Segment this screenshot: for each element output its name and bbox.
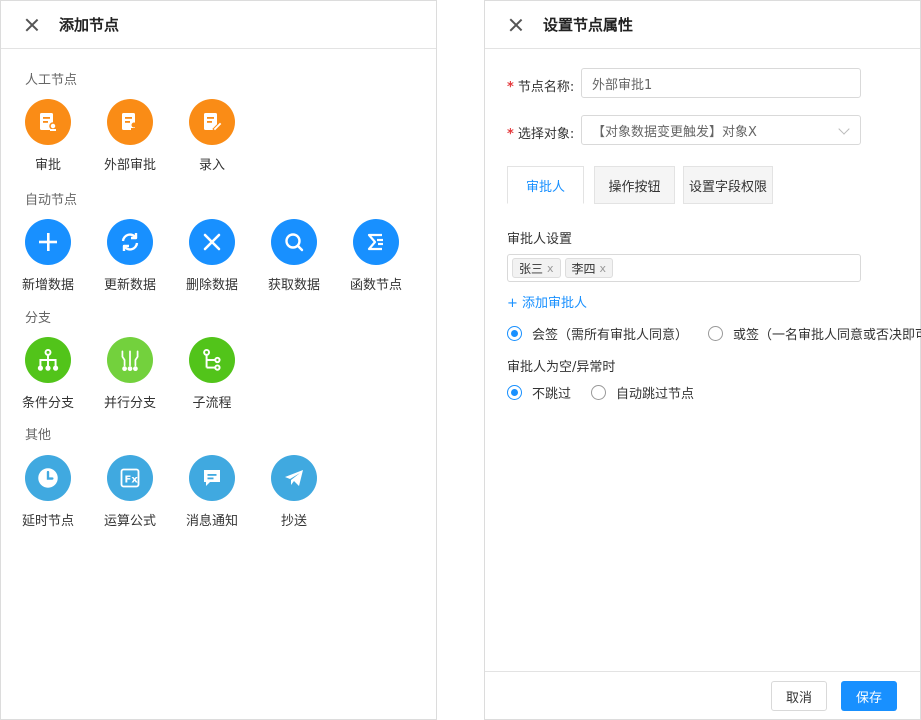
object-select[interactable]: 【对象数据变更触发】对象X xyxy=(581,115,861,145)
radio-checked-icon xyxy=(507,385,522,400)
node-cc[interactable]: 抄送 xyxy=(259,455,329,529)
empty-approver-label: 审批人为空/异常时 xyxy=(507,360,616,375)
cancel-button[interactable]: 取消 xyxy=(771,681,827,711)
node-label: 审批 xyxy=(34,158,61,173)
section-auto-label: 自动节点 xyxy=(25,193,78,208)
node-name-input[interactable]: 外部审批1 xyxy=(581,68,861,98)
node-input[interactable]: 录入 xyxy=(177,99,247,173)
plus-icon xyxy=(25,219,71,265)
node-label: 条件分支 xyxy=(21,396,74,411)
section-manual-label: 人工节点 xyxy=(25,73,78,88)
node-subprocess[interactable]: 子流程 xyxy=(177,337,247,411)
node-label: 运算公式 xyxy=(103,514,156,529)
add-node-header: 添加节点 xyxy=(1,1,436,49)
parallel-icon xyxy=(107,337,153,383)
node-label: 更新数据 xyxy=(103,278,156,293)
radio-no-skip[interactable]: 不跳过 xyxy=(507,383,571,402)
node-get-data[interactable]: 获取数据 xyxy=(259,219,329,293)
approval-icon xyxy=(25,99,71,145)
clock-icon xyxy=(25,455,71,501)
node-label: 函数节点 xyxy=(349,278,402,293)
message-icon xyxy=(189,455,235,501)
node-parallel-branch[interactable]: 并行分支 xyxy=(95,337,165,411)
radio-countersign[interactable]: 会签（需所有审批人同意） xyxy=(507,324,688,343)
required-marker: * xyxy=(507,127,514,142)
node-external-approval[interactable]: 外部审批 xyxy=(95,99,165,173)
properties-header: 设置节点属性 xyxy=(485,1,920,49)
radio-unchecked-icon xyxy=(708,326,724,341)
section-other-label: 其他 xyxy=(25,428,52,443)
approver-setting-label: 审批人设置 xyxy=(507,232,573,247)
node-formula[interactable]: Fx 运算公式 xyxy=(95,455,165,529)
panel-footer: 取消 保存 xyxy=(485,671,920,719)
tag-remove-icon[interactable]: x xyxy=(600,262,607,275)
node-label: 外部审批 xyxy=(103,158,156,173)
external-approval-icon xyxy=(107,99,153,145)
node-function[interactable]: 函数节点 xyxy=(341,219,411,293)
node-label: 获取数据 xyxy=(267,278,320,293)
node-label: 录入 xyxy=(198,158,225,173)
node-label: 抄送 xyxy=(280,514,307,529)
node-properties-panel: 设置节点属性 * 节点名称: 外部审批1 * 选择对象: 【对象数据变更触发】对象X… xyxy=(484,0,921,720)
section-branch-label: 分支 xyxy=(25,311,52,326)
close-icon[interactable] xyxy=(507,16,525,34)
radio-or-sign[interactable]: 或签（一名审批人同意或否决即可） xyxy=(708,324,921,343)
object-select-value: 【对象数据变更触发】对象X xyxy=(592,124,757,140)
node-update-data[interactable]: 更新数据 xyxy=(95,219,165,293)
close-icon[interactable] xyxy=(23,16,41,34)
tab-action-buttons[interactable]: 操作按钮 xyxy=(594,166,675,204)
branch-tree-icon xyxy=(25,337,71,383)
add-node-panel: 添加节点 人工节点 审批 外部审批 录入 自动节点 新增数据 更新数据 删除数据… xyxy=(0,0,437,720)
node-add-data[interactable]: 新增数据 xyxy=(13,219,83,293)
radio-unchecked-icon xyxy=(591,385,607,400)
node-message[interactable]: 消息通知 xyxy=(177,455,247,529)
object-label: * 选择对象: xyxy=(507,127,575,142)
tab-field-permissions[interactable]: 设置字段权限 xyxy=(683,166,773,204)
sign-mode-radio-group: 会签（需所有审批人同意） 或签（一名审批人同意或否决即可） xyxy=(507,324,921,343)
formula-fx-icon: Fx xyxy=(107,455,153,501)
panel-title: 设置节点属性 xyxy=(543,16,634,34)
radio-auto-skip[interactable]: 自动跳过节点 xyxy=(591,383,694,402)
node-label: 消息通知 xyxy=(185,514,238,529)
node-label: 新增数据 xyxy=(21,278,74,293)
add-approver-link[interactable]: + 添加审批人 xyxy=(507,292,587,311)
chevron-down-icon xyxy=(838,123,850,135)
node-label: 并行分支 xyxy=(103,396,156,411)
edit-icon xyxy=(189,99,235,145)
node-label: 延时节点 xyxy=(21,514,74,529)
node-label: 删除数据 xyxy=(185,278,238,293)
radio-checked-icon xyxy=(507,326,522,341)
refresh-icon xyxy=(107,219,153,265)
save-button[interactable]: 保存 xyxy=(841,681,897,711)
send-icon xyxy=(271,455,317,501)
approver-tags-input[interactable]: 张三 x 李四 x xyxy=(507,254,861,282)
tab-approver[interactable]: 审批人 xyxy=(507,166,584,204)
approver-tag: 李四 x xyxy=(564,258,614,278)
empty-approver-radio-group: 不跳过 自动跳过节点 xyxy=(507,383,714,402)
node-condition-branch[interactable]: 条件分支 xyxy=(13,337,83,411)
node-approval[interactable]: 审批 xyxy=(13,99,83,173)
search-icon xyxy=(271,219,317,265)
approver-tag: 张三 x xyxy=(512,258,561,278)
tag-remove-icon[interactable]: x xyxy=(547,262,554,275)
node-label: 子流程 xyxy=(192,396,232,411)
required-marker: * xyxy=(507,80,514,95)
node-delete-data[interactable]: 删除数据 xyxy=(177,219,247,293)
node-name-label: * 节点名称: xyxy=(507,80,575,95)
close-x-icon xyxy=(189,219,235,265)
subprocess-icon xyxy=(189,337,235,383)
panel-title: 添加节点 xyxy=(59,16,120,34)
svg-text:Fx: Fx xyxy=(125,475,139,486)
sigma-icon xyxy=(353,219,399,265)
node-delay[interactable]: 延时节点 xyxy=(13,455,83,529)
